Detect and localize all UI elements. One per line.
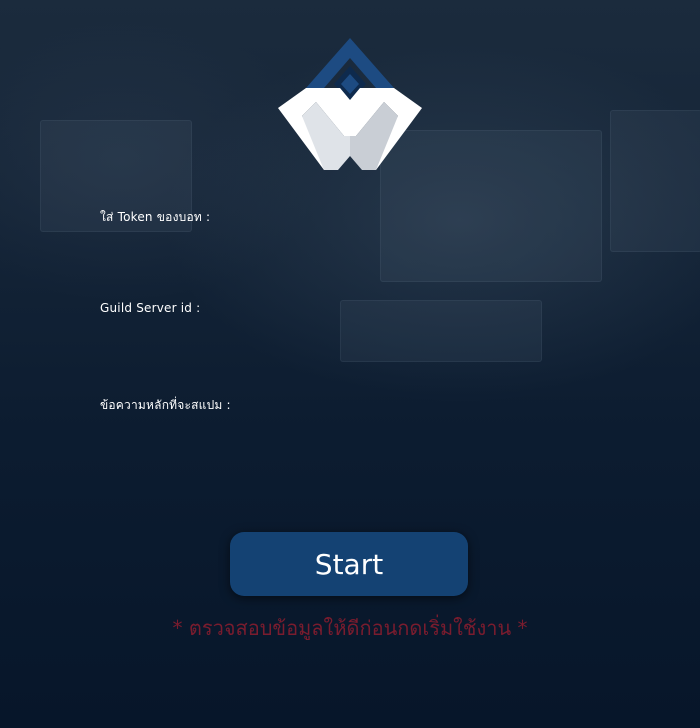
token-input[interactable] [100, 228, 604, 256]
token-label: ใส่ Token ของบอท : [100, 210, 211, 224]
guild-server-id-label: Guild Server id : [100, 301, 201, 315]
warning-text: * ตรวจสอบข้อมูลให้ดีก่อนกดเริ่มใช้งาน * [172, 616, 528, 640]
brand-logo-icon [278, 38, 422, 170]
spam-message-label: ข้อความหลักที่จะสแปม : [100, 398, 231, 412]
start-button[interactable]: Start [230, 532, 468, 596]
spam-message-input[interactable] [100, 418, 604, 446]
guild-server-id-input[interactable] [100, 322, 604, 350]
background-monitor [610, 110, 700, 252]
